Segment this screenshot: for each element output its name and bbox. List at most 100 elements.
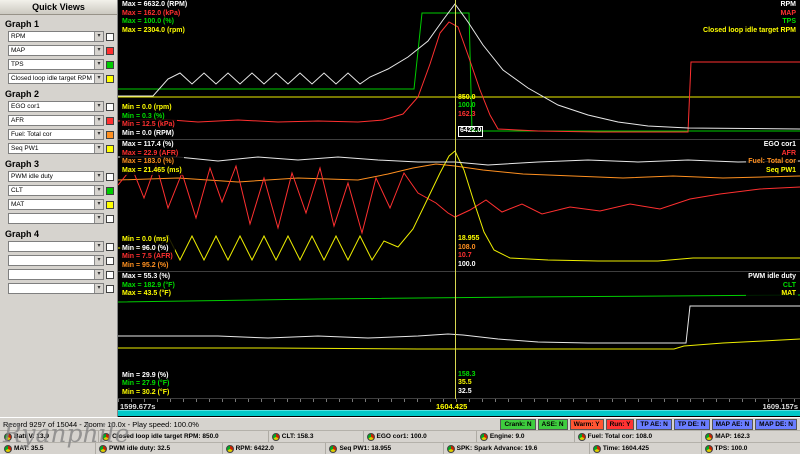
cursor-value: 100.0 xyxy=(458,260,476,268)
gauge-text: EGO cor1: 100.0 xyxy=(376,433,427,440)
chevron-down-icon: ▾ xyxy=(94,116,103,125)
max-label: Max = 55.3 (%) xyxy=(122,273,171,280)
graph3-channel2-select[interactable]: CLT ▾ xyxy=(8,185,104,196)
min-label: Min = 0.0 (RPM) xyxy=(122,129,174,137)
graph2-channel3-select[interactable]: Fuel: Total cor ▾ xyxy=(8,129,104,140)
time-axis[interactable]: 1599.677s 1604.425 1609.157s xyxy=(118,399,800,417)
color-swatch[interactable] xyxy=(106,130,114,139)
legend-item: AFR xyxy=(781,149,796,157)
legend-item: Closed loop idle target RPM xyxy=(703,26,796,34)
gauge-text: MAP: 162.3 xyxy=(715,433,750,440)
gauge-batt-v: Batt V: 13.9 xyxy=(1,431,100,442)
color-swatch[interactable] xyxy=(106,32,114,41)
chevron-down-icon: ▾ xyxy=(94,46,103,55)
graph1-panel[interactable]: Max = 6632.0 (RPM) Max = 162.0 (kPa) Max… xyxy=(118,0,800,140)
gauge-icon xyxy=(446,444,455,453)
flag-map-de: MAP DE: N xyxy=(755,418,797,430)
color-swatch[interactable] xyxy=(106,200,114,209)
log-chart-area: Max = 6632.0 (RPM) Max = 162.0 (kPa) Max… xyxy=(118,0,800,417)
cursor-value: 158.3 xyxy=(458,370,476,378)
graph2-channel2-select[interactable]: AFR ▾ xyxy=(8,115,104,126)
color-swatch[interactable] xyxy=(106,102,114,111)
select-value: CLT xyxy=(11,187,23,194)
color-swatch[interactable] xyxy=(106,116,114,125)
graph1-channel2-select[interactable]: MAP ▾ xyxy=(8,45,104,56)
color-swatch[interactable] xyxy=(106,60,114,69)
color-swatch[interactable] xyxy=(106,284,114,293)
chevron-down-icon: ▾ xyxy=(94,186,103,195)
graph3-channel1-select[interactable]: PWM idle duty ▾ xyxy=(8,171,104,182)
graph4-channel1-select[interactable]: ▾ xyxy=(8,241,104,252)
graph4-channel4-select[interactable]: ▾ xyxy=(8,283,104,294)
legend-item: TPS xyxy=(782,18,796,25)
color-swatch[interactable] xyxy=(106,186,114,195)
graph4-channel2-select[interactable]: ▾ xyxy=(8,255,104,266)
cursor-value: 108.0 xyxy=(458,243,476,251)
min-label: Min = 0.0 (rpm) xyxy=(122,104,172,111)
graph2-panel[interactable]: Max = 117.4 (%) Max = 22.9 (AFR) Max = 1… xyxy=(118,140,800,272)
select-value: TPS xyxy=(11,61,24,68)
gauge-value-bar: Batt V: 13.9 Closed loop idle target RPM… xyxy=(0,430,800,454)
gauge-mat: MAT: 35.5 xyxy=(1,443,97,454)
max-label: Max = 117.4 (%) xyxy=(122,141,174,148)
quick-views-sidebar: Quick Views Graph 1 RPM ▾ MAP ▾ TPS ▾ Close… xyxy=(0,0,118,417)
cursor-value: 6422.0 xyxy=(458,126,484,137)
engine-flags: Crank: N ASE: N Warm: Y Run: Y TP AE: N … xyxy=(500,418,797,430)
chevron-down-icon: ▾ xyxy=(94,102,103,111)
chevron-down-icon: ▾ xyxy=(94,200,103,209)
legend-item: MAT xyxy=(781,290,796,297)
color-swatch[interactable] xyxy=(106,270,114,279)
gauge-icon xyxy=(271,432,280,441)
gauge-spark-advance: SPK: Spark Advance: 19.6 xyxy=(444,443,590,454)
color-swatch[interactable] xyxy=(106,242,114,251)
max-label: Max = 43.5 (°F) xyxy=(122,290,171,297)
gauge-icon xyxy=(705,432,714,441)
flag-run: Run: Y xyxy=(605,418,635,430)
color-swatch[interactable] xyxy=(106,214,114,223)
playback-cursor-line xyxy=(455,0,456,399)
flag-crank: Crank: N xyxy=(500,418,536,430)
flag-map-ae: MAP AE: N xyxy=(711,418,754,430)
min-label: Min = 12.5 (kPa) xyxy=(122,121,175,128)
gauge-icon xyxy=(329,444,338,453)
playback-progress-bar[interactable] xyxy=(118,410,800,416)
graph1-channel3-select[interactable]: TPS ▾ xyxy=(8,59,104,70)
color-swatch[interactable] xyxy=(106,256,114,265)
graph3-channel4-select[interactable]: ▾ xyxy=(8,213,104,224)
select-value: RPM xyxy=(11,33,26,40)
graph3-channel3-select[interactable]: MAT ▾ xyxy=(8,199,104,210)
gauge-seq-pw1: Seq PW1: 18.955 xyxy=(326,443,444,454)
flag-tp-de: TP DE: N xyxy=(673,418,710,430)
gauge-text: Closed loop idle target RPM: 850.0 xyxy=(112,433,219,440)
graph4-channel3-select[interactable]: ▾ xyxy=(8,269,104,280)
select-value: EGO cor1 xyxy=(11,103,40,110)
max-label: Max = 22.9 (AFR) xyxy=(122,149,179,157)
chevron-down-icon: ▾ xyxy=(94,242,103,251)
flag-warm: Warm: Y xyxy=(569,418,604,430)
trace-afr xyxy=(118,162,800,235)
chevron-down-icon: ▾ xyxy=(94,60,103,69)
gauge-text: TPS: 100.0 xyxy=(714,445,748,452)
gauge-text: Batt V: 13.9 xyxy=(14,433,50,440)
gauge-text: Time: 1604.425 xyxy=(602,445,649,452)
legend-item: PWM idle duty xyxy=(748,273,796,280)
gauge-rpm: RPM: 6422.0 xyxy=(223,443,327,454)
min-label: Min = 0.3 (%) xyxy=(122,112,165,120)
legend-item: RPM xyxy=(780,1,796,8)
gauge-time: Time: 1604.425 xyxy=(590,443,702,454)
graph2-channel4-select[interactable]: Seq PW1 ▾ xyxy=(8,143,104,154)
color-swatch[interactable] xyxy=(106,74,114,83)
color-swatch[interactable] xyxy=(106,144,114,153)
graph1-channel4-select[interactable]: Closed loop idle target RPM ▾ xyxy=(8,73,104,84)
graph3-panel[interactable]: Max = 55.3 (%) Max = 182.9 (°F) Max = 43… xyxy=(118,272,800,399)
max-label: Max = 6632.0 (RPM) xyxy=(122,1,188,8)
color-swatch[interactable] xyxy=(106,46,114,55)
gauge-icon xyxy=(225,444,234,453)
max-label: Max = 2304.0 (rpm) xyxy=(122,26,185,34)
graph2-channel1-select[interactable]: EGO cor1 ▾ xyxy=(8,101,104,112)
graph1-channel1-select[interactable]: RPM ▾ xyxy=(8,31,104,42)
graph3-group-label: Graph 3 xyxy=(5,159,40,169)
chevron-down-icon: ▾ xyxy=(94,130,103,139)
color-swatch[interactable] xyxy=(106,172,114,181)
min-label: Min = 0.0 (ms) xyxy=(122,236,169,243)
